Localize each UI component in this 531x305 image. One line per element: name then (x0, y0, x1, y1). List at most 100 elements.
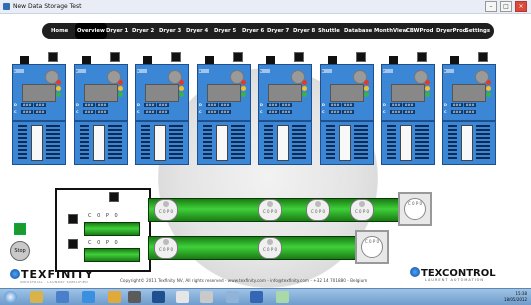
conveyor-hopper[interactable]: C 0 P 0 (355, 230, 389, 264)
nav-dryer-2[interactable]: Dryer 2 (132, 23, 154, 39)
dryer-sensor (417, 52, 427, 62)
shuttle-sensor (68, 214, 78, 224)
close-button[interactable]: × (515, 1, 527, 12)
conveyor-slot[interactable]: C 0 P 0 (306, 199, 330, 221)
conveyor-hopper[interactable]: C 0 P 0 (398, 192, 432, 226)
app-icon-4[interactable] (226, 291, 239, 303)
dryer-unit[interactable]: 5 D ### ### C ### ### (258, 51, 312, 165)
dryer-window (22, 84, 56, 102)
nav-cbwprod[interactable]: CBWProd (406, 23, 433, 39)
dryer-sensor (110, 52, 120, 62)
main-navigation: Home Overview Dryer 1 Dryer 2 Dryer 3 Dryer 4… (42, 23, 494, 39)
explorer-icon[interactable] (30, 291, 43, 303)
nav-dryer-5[interactable]: Dryer 5 (214, 23, 236, 39)
dryer-gauge-right (108, 125, 122, 159)
dryer-sensor (48, 52, 58, 62)
window-titlebar: New Data Storage Test – □ × (0, 0, 531, 14)
stop-button[interactable]: Stop (10, 241, 30, 261)
dryer-window (268, 84, 302, 102)
dryer-unit[interactable]: 1 D ### ### C ### ### (12, 51, 66, 165)
nav-monthview[interactable]: MonthView (374, 23, 407, 39)
nav-dryer-8[interactable]: Dryer 8 (293, 23, 315, 39)
dryer-unit[interactable]: 8 D ### ### C ### ### (442, 51, 496, 165)
dryer-gauge-left (387, 125, 396, 159)
dryer-gauge-right (169, 125, 183, 159)
dryer-gauge-left (18, 125, 27, 159)
app-icon-2[interactable] (176, 291, 189, 303)
nav-overview[interactable]: Overview (75, 23, 107, 39)
dryer-unit[interactable]: 2 D ### ### C ### ### (74, 51, 128, 165)
dryer-sensor (171, 52, 181, 62)
dryer-d-row: D ### ### (137, 103, 169, 107)
dryer-number: 5 (260, 69, 270, 73)
dryer-gauge-left (203, 125, 212, 159)
dryer-gauge-right (476, 125, 490, 159)
nav-dryer-4[interactable]: Dryer 4 (186, 23, 208, 39)
conveyor-slot[interactable]: C 0 P 0 (258, 199, 282, 221)
dryer-c-row: C ### ### (76, 110, 108, 114)
dryer-unit[interactable]: 7 D ### ### C ### ### (381, 51, 435, 165)
dryer-d-row: D ### ### (383, 103, 415, 107)
dryer-signal-lights (241, 80, 247, 98)
shuttle-conveyor-bottom (84, 248, 140, 262)
conveyor-slot[interactable]: C 0 P 0 (154, 237, 178, 259)
conveyor-slot[interactable]: C 0 P 0 (258, 237, 282, 259)
dryer-gauge-right (292, 125, 306, 159)
minimize-button[interactable]: – (485, 1, 497, 12)
dryer-number: 8 (444, 69, 454, 73)
nav-dryerprod[interactable]: DryerProd (436, 23, 467, 39)
dryer-number: 1 (14, 69, 24, 73)
nav-settings[interactable]: Settings (465, 23, 490, 39)
dryer-d-row: D ### ### (260, 103, 292, 107)
conveyor-slot[interactable]: C 0 P 0 (350, 199, 374, 221)
nav-home[interactable]: Home (51, 23, 68, 39)
app-icon-3[interactable] (200, 291, 213, 303)
nav-shuttle[interactable]: Shuttle (318, 23, 340, 39)
dryer-gauge-right (231, 125, 245, 159)
nav-database[interactable]: Database (344, 23, 372, 39)
dryer-signal-lights (56, 80, 62, 98)
dryer-gauge-center (93, 125, 105, 161)
dryer-signal-lights (425, 80, 431, 98)
dryer-signal-lights (179, 80, 185, 98)
media-player-icon[interactable] (56, 291, 69, 303)
nav-dryer-1[interactable]: Dryer 1 (106, 23, 128, 39)
dryer-d-row: D ### ### (76, 103, 108, 107)
dryer-gauge-center (400, 125, 412, 161)
app-icon-1[interactable] (152, 291, 165, 303)
dryer-window (330, 84, 364, 102)
dryer-unit[interactable]: 4 D ### ### C ### ### (197, 51, 251, 165)
dryer-gauge-right (415, 125, 429, 159)
maximize-button[interactable]: □ (500, 1, 512, 12)
nav-dryer-6[interactable]: Dryer 6 (242, 23, 264, 39)
start-button[interactable] (4, 291, 17, 303)
folder-icon[interactable] (108, 291, 121, 303)
dryer-gauge-left (448, 125, 457, 159)
dryer-gauge-center (31, 125, 43, 161)
dryer-gauge-left (326, 125, 335, 159)
dryer-gauge-left (141, 125, 150, 159)
dryer-c-row: C ### ### (199, 110, 231, 114)
conveyor-slot[interactable]: C 0 P 0 (154, 199, 178, 221)
dryer-unit[interactable]: 3 D ### ### C ### ### (135, 51, 189, 165)
nav-dryer-3[interactable]: Dryer 3 (159, 23, 181, 39)
dryer-unit[interactable]: 6 D ### ### C ### ### (320, 51, 374, 165)
dryer-gauge-center (216, 125, 228, 161)
nav-dryer-7[interactable]: Dryer 7 (267, 23, 289, 39)
dryer-sensor (356, 52, 366, 62)
app-icon (3, 3, 10, 10)
copyright-text: Copyright© 2011 Texfinity NV, All rights… (120, 278, 368, 283)
dryer-gauge-right (354, 125, 368, 159)
dryer-window (391, 84, 425, 102)
system-tray-clock[interactable]: 15:38 18/05/2012 (504, 291, 527, 303)
app-icon-5[interactable] (276, 291, 289, 303)
terminal-icon[interactable] (128, 291, 141, 303)
help-icon[interactable] (250, 291, 263, 303)
window-controls: – □ × (485, 1, 527, 12)
dryer-sensor (233, 52, 243, 62)
dryer-number: 7 (383, 69, 393, 73)
shuttle-conveyor-top (84, 222, 140, 236)
shuttle-bottom-label: C 0 P 0 (88, 240, 120, 246)
dryer-signal-lights (302, 80, 308, 98)
browser-icon[interactable] (82, 291, 95, 303)
